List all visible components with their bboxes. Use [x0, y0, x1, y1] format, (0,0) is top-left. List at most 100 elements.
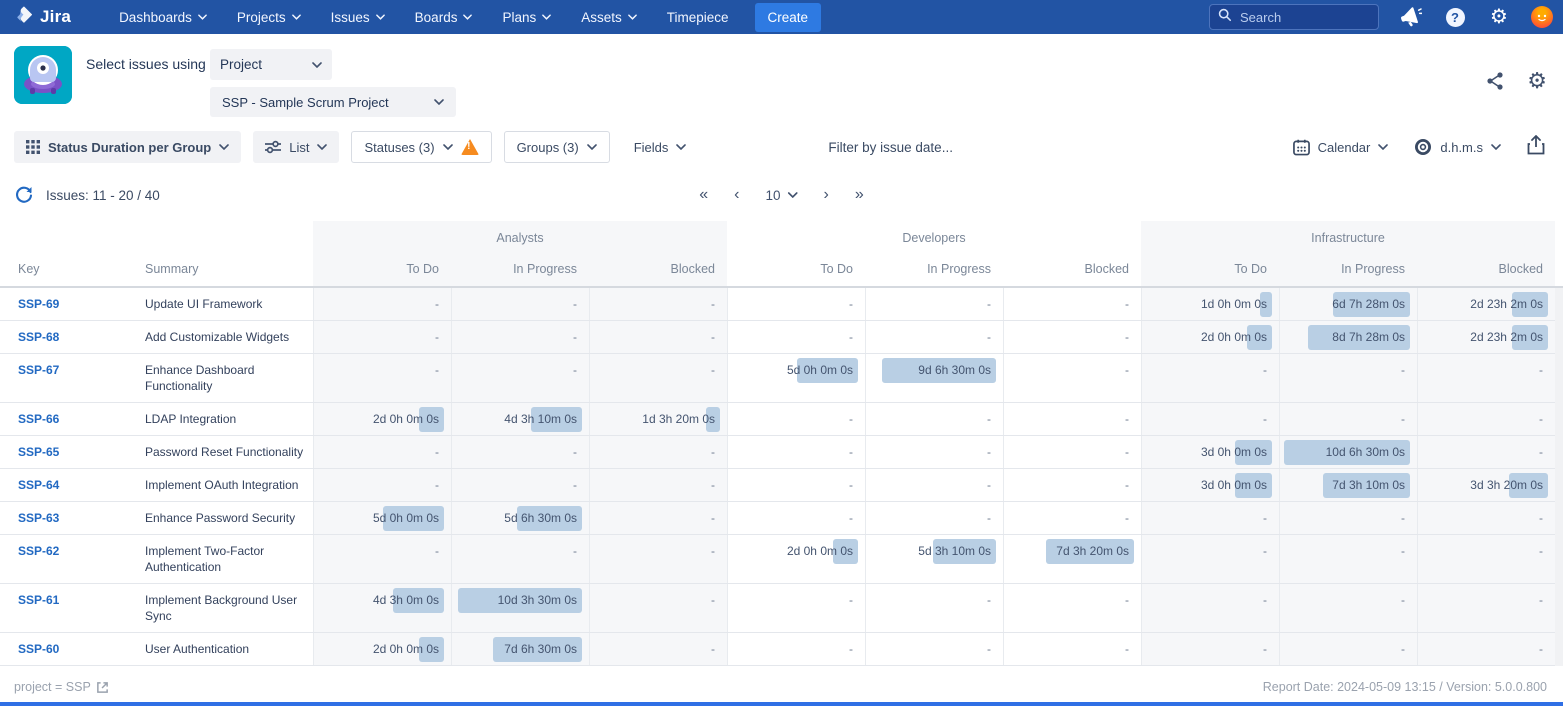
empty-duration: - [1418, 592, 1543, 608]
issue-key-link[interactable]: SSP-67 [18, 362, 145, 378]
issue-key-cell: SSP-64 [0, 469, 145, 501]
empty-duration: - [452, 296, 577, 312]
calendar-select[interactable]: Calendar [1293, 131, 1389, 163]
status-column-header[interactable]: To Do [727, 254, 865, 286]
issue-key-link[interactable]: SSP-61 [18, 592, 145, 608]
groups-filter-button[interactable]: Groups (3) [504, 131, 610, 163]
report-settings-gear-icon[interactable]: ⚙ [1527, 70, 1547, 92]
empty-duration: - [1280, 641, 1405, 657]
project-select[interactable]: SSP - Sample Scrum Project [210, 87, 456, 117]
empty-duration: - [728, 592, 853, 608]
fields-button[interactable]: Fields [622, 131, 699, 163]
empty-duration: - [1418, 444, 1543, 460]
issue-key-link[interactable]: SSP-66 [18, 411, 145, 427]
jql-filter-link[interactable]: project = SSP [14, 680, 109, 694]
nav-right: ? ⚙ [1209, 4, 1553, 30]
duration-cell: - [313, 436, 451, 468]
duration-cell: - [1141, 502, 1279, 534]
refresh-icon[interactable] [14, 184, 34, 207]
global-search[interactable] [1209, 4, 1379, 30]
user-avatar[interactable] [1531, 6, 1553, 28]
view-mode-button[interactable]: List [253, 131, 339, 163]
nav-item-dashboards[interactable]: Dashboards [119, 10, 207, 25]
nav-item-timepiece[interactable]: Timepiece [667, 10, 729, 25]
duration-cell: - [589, 633, 727, 665]
duration-cell: 1d 0h 0m 0s [1141, 288, 1279, 320]
issue-summary: Enhance Dashboard Functionality [145, 362, 305, 394]
issue-key-link[interactable]: SSP-65 [18, 444, 145, 460]
issue-key-link[interactable]: SSP-64 [18, 477, 145, 493]
status-column-header[interactable]: Blocked [1417, 254, 1555, 286]
select-issues-label: Select issues using [86, 56, 206, 72]
issue-key-cell: SSP-63 [0, 502, 145, 534]
duration-cell: 5d 0h 0m 0s [727, 354, 865, 402]
duration-cell: - [1417, 403, 1555, 435]
duration-cell: - [865, 584, 1003, 632]
announcements-icon[interactable] [1399, 5, 1423, 29]
issue-key-link[interactable]: SSP-62 [18, 543, 145, 559]
prev-page-button[interactable]: ‹ [734, 187, 739, 203]
status-column-header[interactable]: To Do [1141, 254, 1279, 286]
status-column-header[interactable]: In Progress [451, 254, 589, 286]
status-column-header[interactable]: In Progress [865, 254, 1003, 286]
duration-cell: 2d 23h 2m 0s [1417, 321, 1555, 353]
duration-cell: 5d 0h 0m 0s [313, 502, 451, 534]
empty-duration: - [1004, 411, 1129, 427]
nav-item-projects[interactable]: Projects [237, 10, 301, 25]
search-input[interactable] [1240, 10, 1360, 25]
settings-gear-icon[interactable]: ⚙ [1487, 5, 1511, 29]
status-column-header[interactable]: In Progress [1279, 254, 1417, 286]
empty-duration: - [1142, 362, 1267, 378]
duration-value: 2d 23h 2m 0s [1418, 329, 1543, 345]
issue-key-link[interactable]: SSP-68 [18, 329, 145, 345]
table-scrollbar[interactable] [1555, 288, 1563, 666]
page-size-select[interactable]: 10 [765, 188, 797, 203]
issue-summary-cell: LDAP Integration [145, 403, 313, 435]
group-header-row: AnalystsDevelopersInfrastructure [0, 221, 1563, 254]
report-type-button[interactable]: Status Duration per Group [14, 131, 241, 163]
sliders-icon [265, 140, 281, 154]
duration-cell: - [589, 288, 727, 320]
status-column-header[interactable]: Blocked [1003, 254, 1141, 286]
create-button[interactable]: Create [755, 3, 822, 32]
issue-summary: Implement OAuth Integration [145, 477, 305, 493]
issue-date-filter-input[interactable] [710, 140, 1280, 155]
empty-duration: - [1280, 543, 1405, 559]
last-page-button[interactable]: » [855, 187, 864, 203]
duration-cell: - [1003, 288, 1141, 320]
nav-item-plans[interactable]: Plans [502, 10, 551, 25]
table-row: SSP-63Enhance Password Security5d 0h 0m … [0, 502, 1563, 535]
share-icon[interactable] [1485, 71, 1505, 91]
statuses-filter-button[interactable]: Statuses (3) [351, 131, 491, 163]
nav-item-issues[interactable]: Issues [331, 10, 385, 25]
issue-source-select[interactable]: Project [210, 49, 332, 80]
nav-item-assets[interactable]: Assets [581, 10, 637, 25]
duration-cell: - [1417, 436, 1555, 468]
duration-cell: - [727, 403, 865, 435]
key-column-header[interactable]: Key [0, 254, 145, 286]
jira-logo[interactable]: Jira [14, 5, 71, 30]
group-label: Analysts [496, 231, 543, 245]
status-column-header[interactable]: To Do [313, 254, 451, 286]
duration-format-select[interactable]: d.h.m.s [1414, 131, 1501, 163]
summary-column-header[interactable]: Summary [145, 254, 313, 286]
issue-key-link[interactable]: SSP-60 [18, 641, 145, 657]
duration-value: 5d 0h 0m 0s [314, 510, 439, 526]
chevron-down-icon [376, 14, 385, 20]
export-icon[interactable] [1527, 135, 1545, 160]
nav-item-boards[interactable]: Boards [415, 10, 473, 25]
duration-value: 4d 3h 10m 0s [452, 411, 577, 427]
duration-cell: - [589, 535, 727, 583]
duration-value: 10d 6h 30m 0s [1280, 444, 1405, 460]
empty-duration: - [1142, 411, 1267, 427]
issue-key-link[interactable]: SSP-63 [18, 510, 145, 526]
status-column-header[interactable]: Blocked [589, 254, 727, 286]
help-icon[interactable]: ? [1443, 5, 1467, 29]
issue-key-link[interactable]: SSP-69 [18, 296, 145, 312]
duration-cell: 1d 3h 20m 0s [589, 403, 727, 435]
report-header: Select issues using Project SSP - Sample… [0, 34, 1563, 125]
duration-value: 2d 0h 0m 0s [314, 641, 439, 657]
first-page-button[interactable]: « [699, 187, 708, 203]
next-page-button[interactable]: › [824, 187, 829, 203]
empty-duration: - [452, 543, 577, 559]
